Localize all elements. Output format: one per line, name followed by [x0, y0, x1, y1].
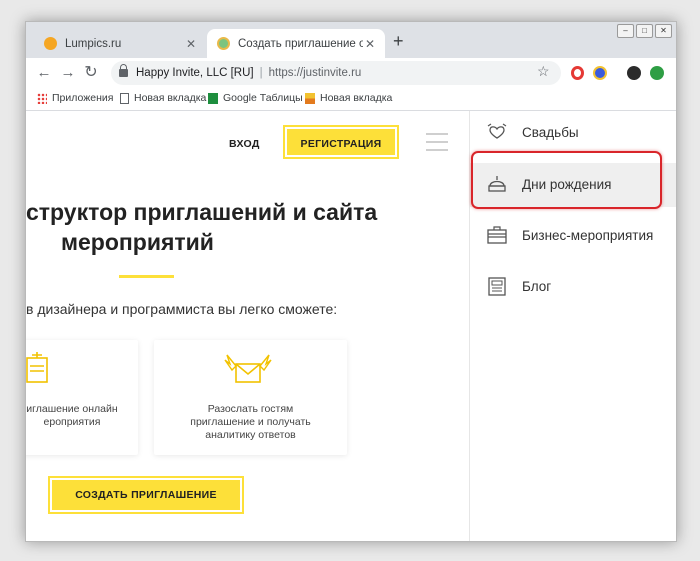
- bookmark-label: Новая вкладка: [134, 92, 207, 104]
- tab-strip: Lumpics.ru ✕ Создать приглашение онлайн …: [26, 22, 676, 58]
- headline-line-2: мероприятий: [61, 229, 214, 255]
- desktop-background: Lumpics.ru ✕ Создать приглашение онлайн …: [0, 0, 700, 561]
- newspaper-icon: [488, 277, 506, 296]
- bookmark-star-icon[interactable]: ☆: [537, 63, 550, 80]
- page-content: ВХОД РЕГИСТРАЦИЯ структор приглашений и …: [26, 111, 676, 541]
- new-tab-button[interactable]: +: [393, 31, 404, 51]
- back-arrow-icon[interactable]: ←: [34, 63, 54, 83]
- feature-card: иглашение онлайн ероприятия: [26, 340, 138, 455]
- browser-toolbar: ← → ↻ Happy Invite, LLC [RU] | https://j…: [26, 58, 676, 88]
- bookmark-label: Новая вкладка: [320, 92, 393, 104]
- bookmark-google-sheets[interactable]: Google Таблицы: [208, 92, 303, 104]
- hearts-icon: [487, 123, 507, 139]
- tab-title: Lumpics.ru: [65, 37, 122, 50]
- reload-icon[interactable]: ↻: [81, 63, 101, 83]
- create-invitation-button[interactable]: СОЗДАТЬ ПРИГЛАШЕНИЕ: [48, 476, 244, 514]
- card-text-line: приглашение и получать: [190, 416, 311, 428]
- bookmark-new-tab-2[interactable]: Новая вкладка: [305, 92, 392, 104]
- bookmark-new-tab-1[interactable]: Новая вкладка: [120, 92, 206, 104]
- tab-close-icon[interactable]: ✕: [184, 37, 198, 51]
- card-text-line: аналитику ответов: [205, 429, 296, 441]
- bookmark-apps[interactable]: Приложения: [37, 92, 113, 104]
- browser-window: Lumpics.ru ✕ Создать приглашение онлайн …: [25, 21, 677, 542]
- menu-item-label: Бизнес-мероприятия: [522, 228, 654, 243]
- card-text-line: Разослать гостям: [207, 403, 294, 415]
- tab-lumpics[interactable]: Lumpics.ru ✕: [34, 29, 206, 58]
- headline-line-1: структор приглашений и сайта: [26, 199, 378, 225]
- profile-avatar[interactable]: [627, 66, 641, 80]
- lumpics-favicon-icon: [44, 37, 57, 50]
- menu-item-blog[interactable]: Блог: [470, 265, 676, 309]
- tab-justinvite[interactable]: Создать приглашение онлайн и ✕: [207, 29, 385, 58]
- maximize-button[interactable]: □: [636, 24, 653, 38]
- feature-card: Разослать гостям приглашение и получать …: [154, 340, 347, 455]
- forward-arrow-icon[interactable]: →: [58, 63, 78, 83]
- tab-close-icon[interactable]: ✕: [363, 37, 377, 51]
- page-icon: [120, 92, 129, 104]
- hamburger-menu-icon[interactable]: [426, 133, 448, 157]
- highlight-frame: [471, 151, 662, 209]
- close-window-button[interactable]: ✕: [655, 24, 672, 38]
- justinvite-favicon-icon: [217, 37, 230, 50]
- menu-item-label: Свадьбы: [522, 125, 579, 140]
- side-menu: Свадьбы Дни рождения Бизнес-мероприятия: [469, 111, 676, 541]
- address-bar[interactable]: Happy Invite, LLC [RU] | https://justinv…: [111, 61, 561, 85]
- page-subtitle: в дизайнера и программиста вы легко смож…: [26, 301, 338, 317]
- address-separator: |: [259, 67, 263, 79]
- url-text: https://justinvite.ru: [268, 67, 362, 79]
- opera-extension-icon[interactable]: [571, 66, 584, 80]
- bookmarks-bar: Приложения Новая вкладка Google Таблицы …: [26, 88, 676, 111]
- headline-underline: [119, 275, 174, 278]
- briefcase-icon: [487, 226, 507, 244]
- window-controls: – □ ✕: [617, 24, 672, 38]
- site-identity: Happy Invite, LLC [RU]: [136, 67, 254, 79]
- lock-icon: [119, 64, 128, 77]
- login-link[interactable]: ВХОД: [229, 138, 260, 150]
- minimize-button[interactable]: –: [617, 24, 634, 38]
- tab-title: Создать приглашение онлайн и: [238, 37, 363, 50]
- card-text-line: ероприятия: [43, 416, 101, 428]
- vpn-extension-icon[interactable]: [593, 66, 607, 80]
- menu-item-label: Блог: [522, 279, 552, 294]
- sheets-icon: [208, 92, 218, 104]
- apps-grid-icon: [37, 92, 47, 104]
- update-extension-icon[interactable]: [650, 66, 664, 80]
- menu-item-business-events[interactable]: Бизнес-мероприятия: [470, 214, 676, 258]
- image-icon: [305, 92, 315, 104]
- invitation-icon: [26, 352, 48, 383]
- bookmark-label: Приложения: [52, 92, 114, 104]
- menu-item-weddings[interactable]: Свадьбы: [470, 111, 676, 155]
- bookmark-label: Google Таблицы: [223, 92, 303, 104]
- winged-envelope-icon: [224, 354, 272, 383]
- register-button[interactable]: РЕГИСТРАЦИЯ: [283, 125, 399, 159]
- card-text-line: иглашение онлайн: [26, 403, 118, 415]
